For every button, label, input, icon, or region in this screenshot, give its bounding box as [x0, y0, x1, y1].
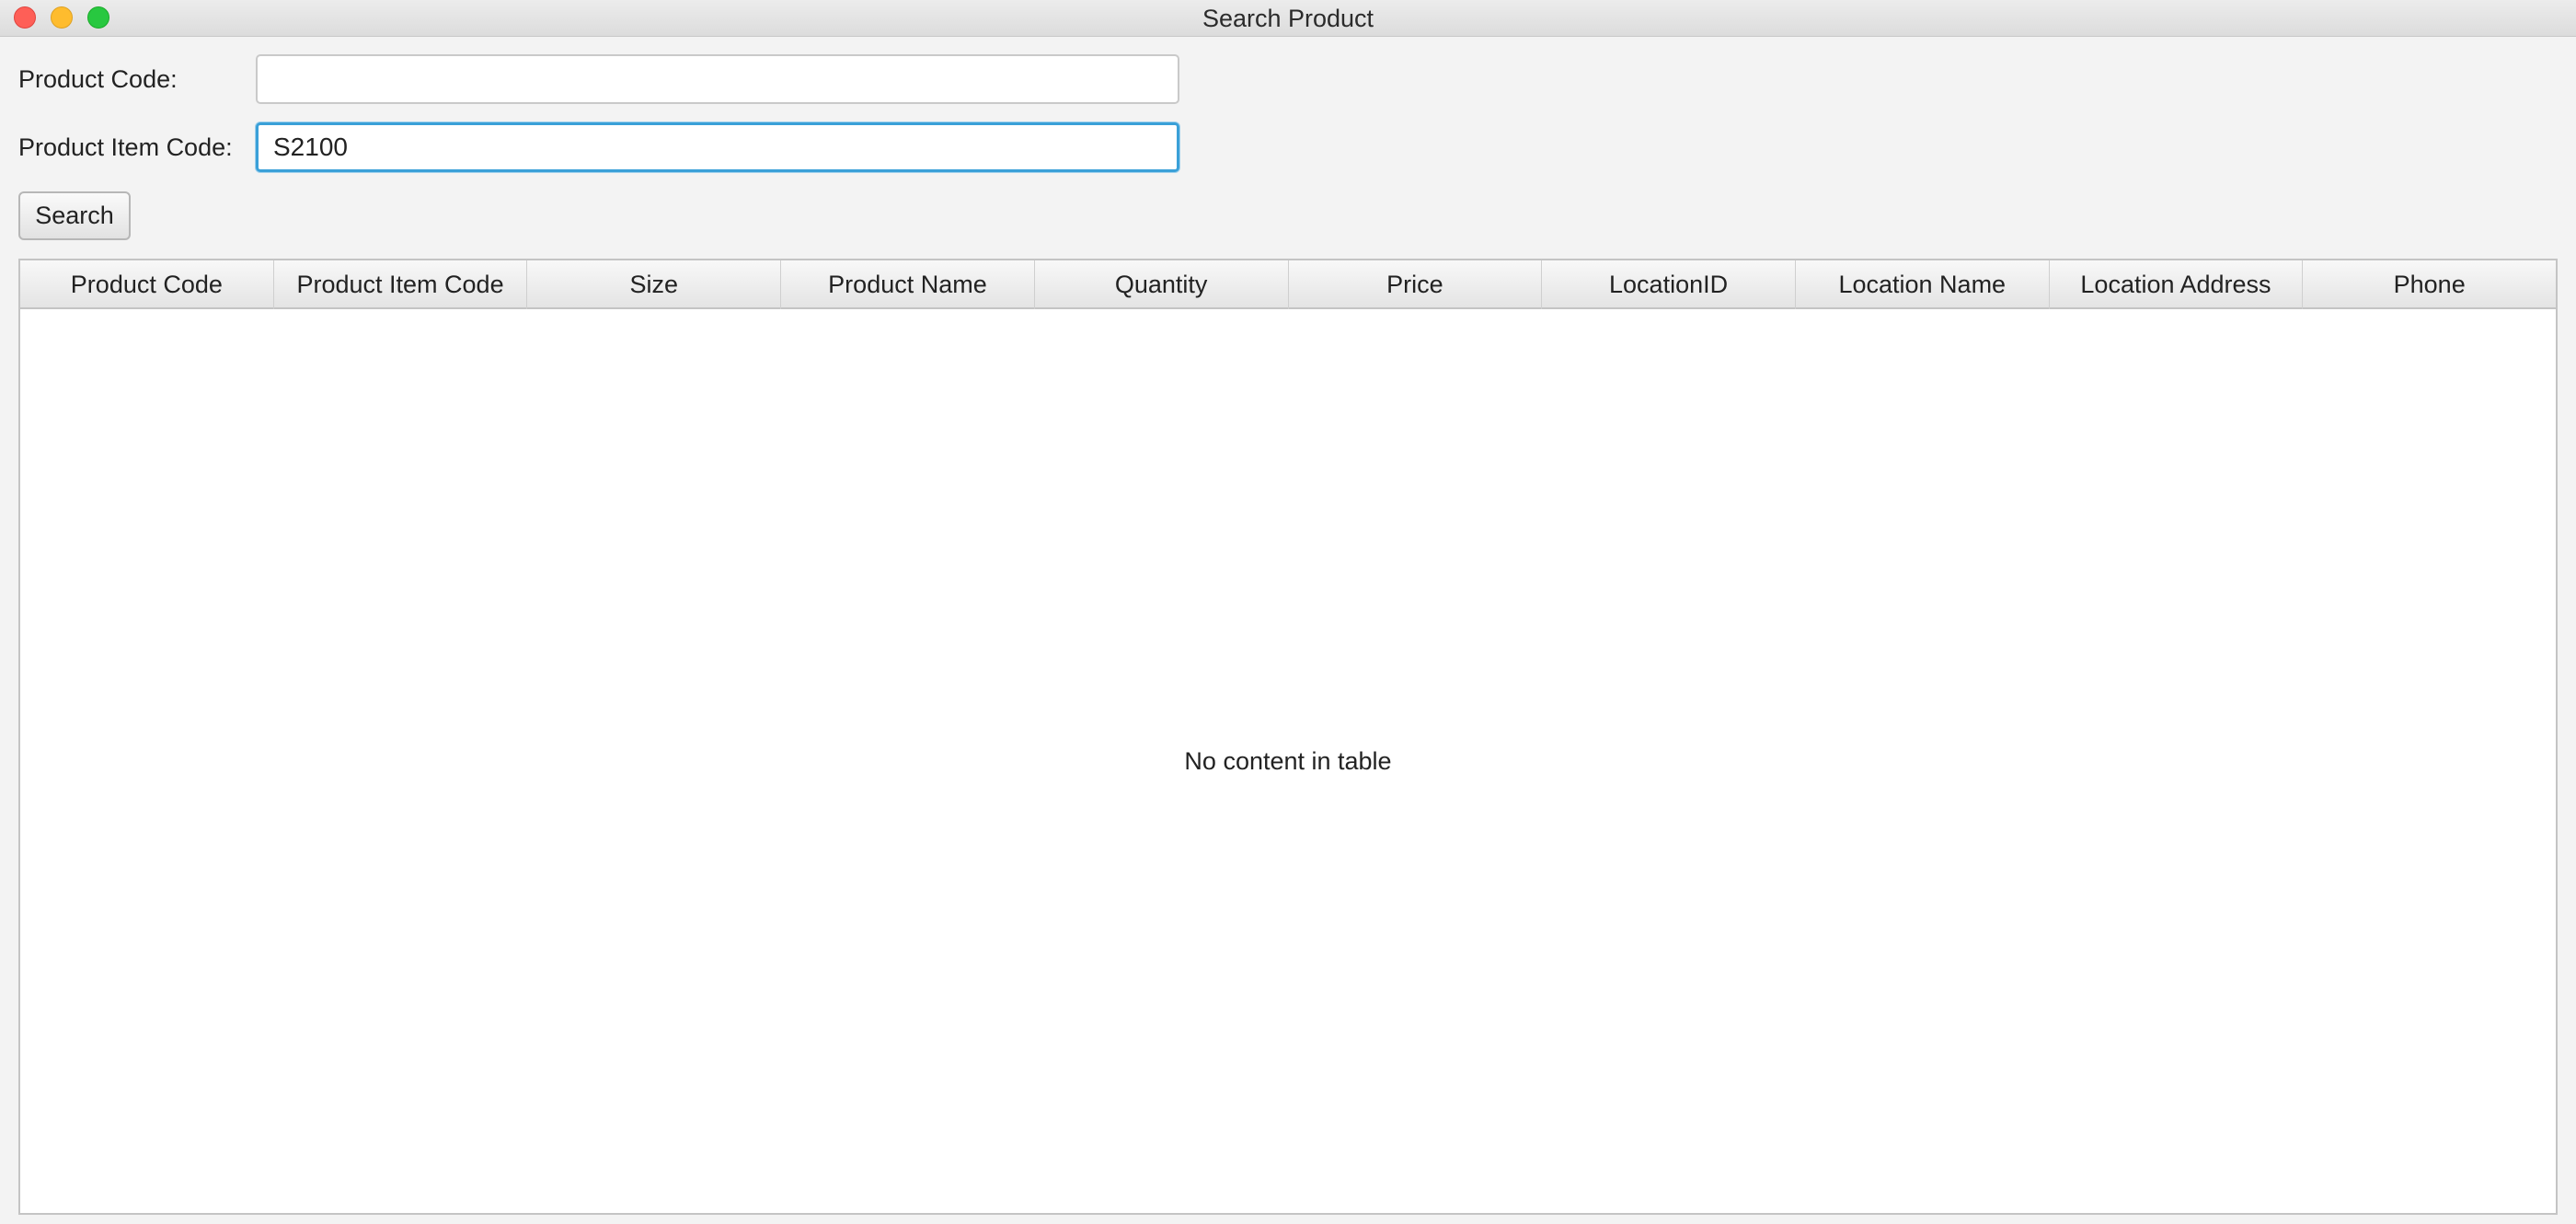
search-button[interactable]: Search: [18, 191, 131, 240]
column-header-phone[interactable]: Phone: [2303, 260, 2556, 309]
column-header-product-name[interactable]: Product Name: [781, 260, 1035, 309]
column-header-quantity[interactable]: Quantity: [1035, 260, 1289, 309]
column-header-location-name[interactable]: Location Name: [1796, 260, 2050, 309]
results-table[interactable]: Product Code Product Item Code Size Prod…: [18, 259, 2558, 1215]
column-header-location-id[interactable]: LocationID: [1542, 260, 1796, 309]
empty-table-placeholder: No content in table: [1184, 746, 1392, 775]
search-product-window: Search Product Product Code: Product Ite…: [0, 0, 2576, 1224]
window-title: Search Product: [1202, 5, 1374, 32]
product-code-input[interactable]: [256, 54, 1179, 104]
product-item-code-input[interactable]: [256, 122, 1179, 172]
column-header-location-address[interactable]: Location Address: [2050, 260, 2304, 309]
column-header-price[interactable]: Price: [1289, 260, 1543, 309]
title-bar: Search Product: [0, 0, 2576, 37]
column-header-product-code[interactable]: Product Code: [20, 260, 274, 309]
product-code-label: Product Code:: [18, 65, 178, 93]
product-item-code-label: Product Item Code:: [18, 133, 233, 161]
column-header-size[interactable]: Size: [527, 260, 782, 309]
column-header-product-item-code[interactable]: Product Item Code: [274, 260, 528, 309]
table-header: Product Code Product Item Code Size Prod…: [20, 260, 2556, 309]
